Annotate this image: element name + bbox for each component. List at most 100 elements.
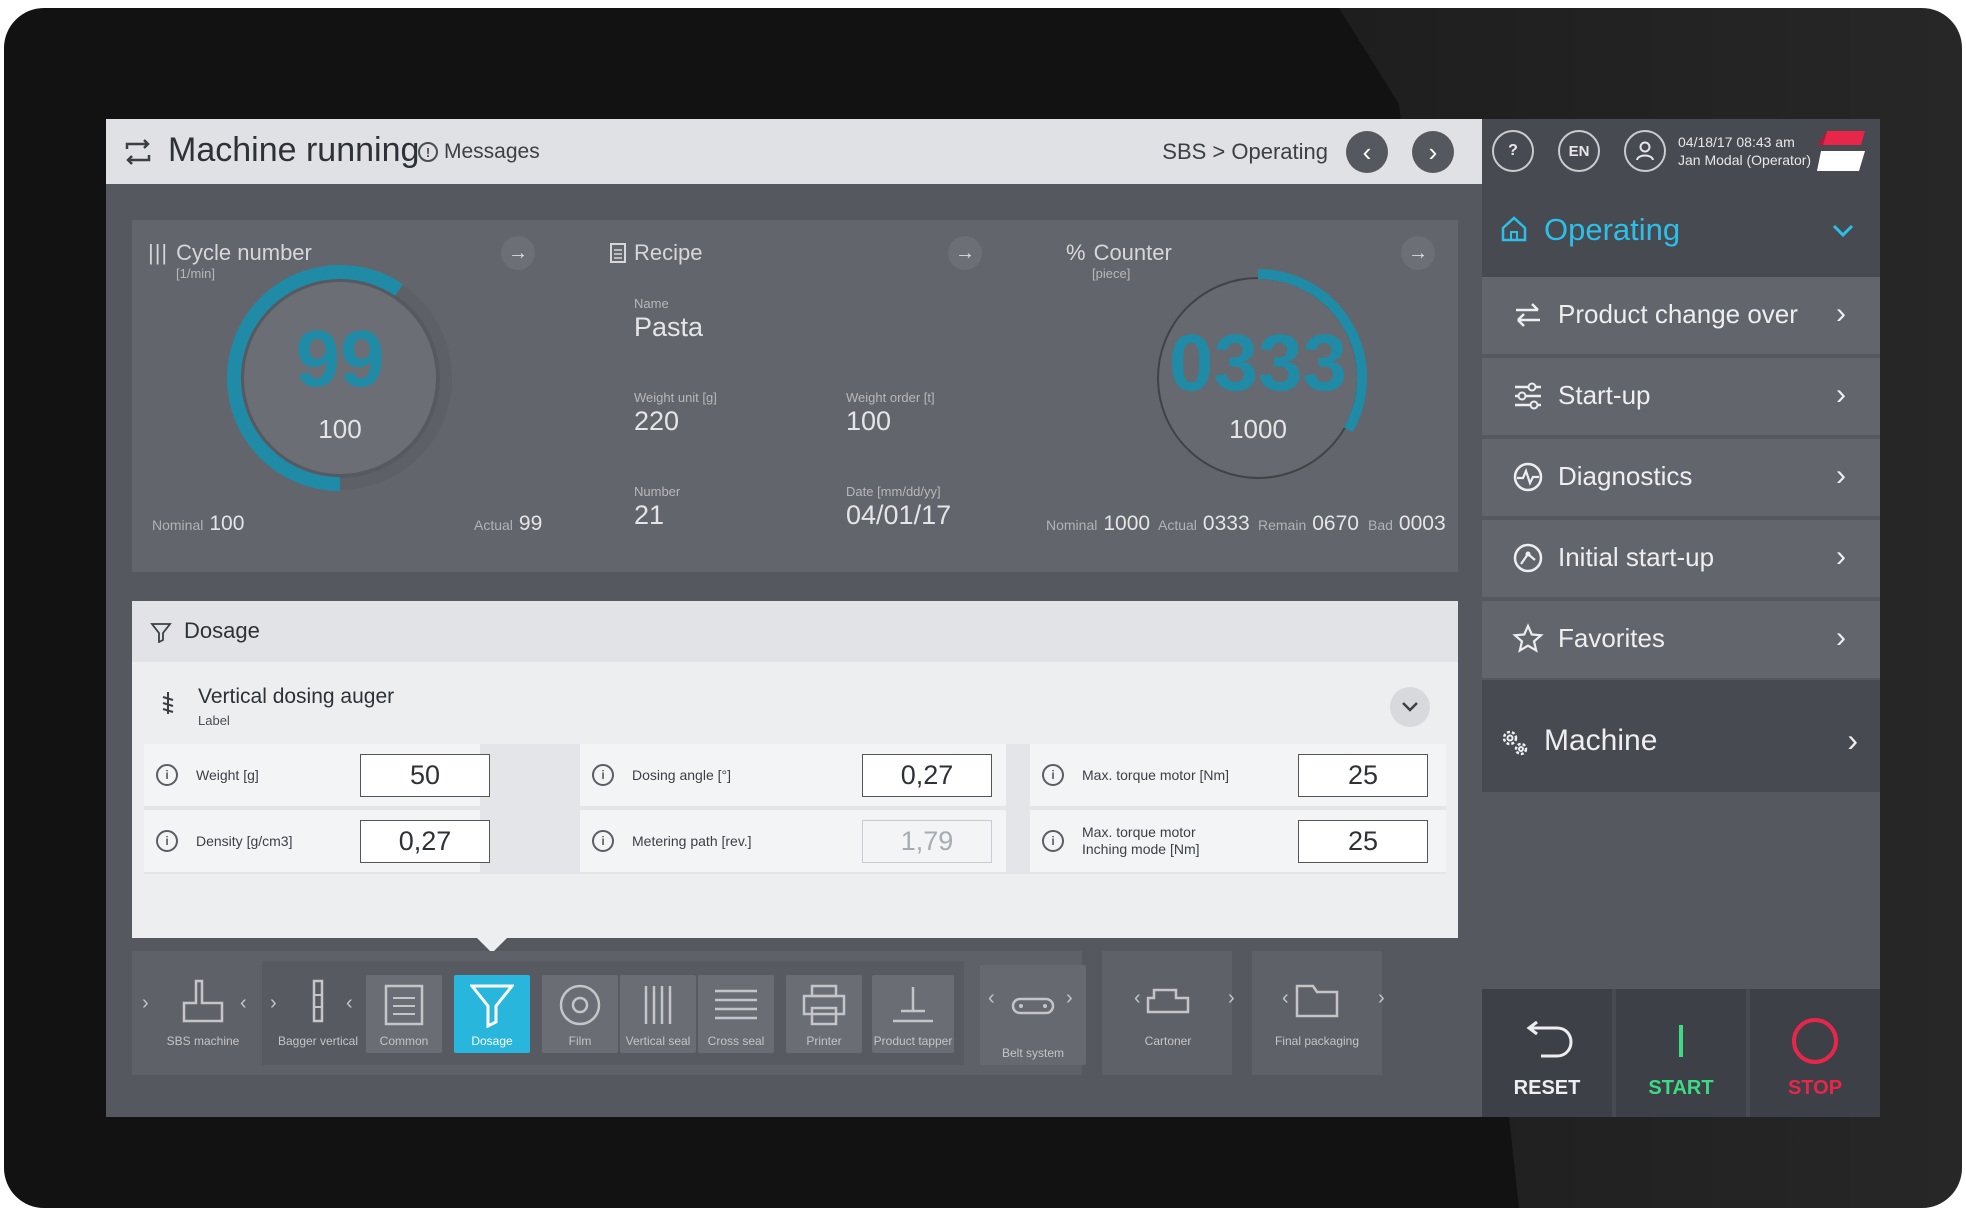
- cycle-detail-button[interactable]: →: [501, 236, 535, 270]
- swap-arrows-icon: [1516, 303, 1540, 327]
- chevron-right-icon: ›: [1836, 621, 1846, 654]
- cycle-unit: [1/min]: [176, 266, 216, 281]
- sliders-icon: [1515, 382, 1541, 410]
- module-label: Vertical seal: [625, 1034, 691, 1048]
- sidebar-item-label: Start-up: [1558, 380, 1651, 410]
- counter-nominal: Nominal 1000: [1046, 512, 1150, 536]
- chevron-down-icon: [1832, 224, 1854, 238]
- metering-path-input: [862, 820, 992, 863]
- info-icon[interactable]: i: [592, 830, 614, 852]
- initial-startup-icon: [1513, 543, 1543, 573]
- module-common[interactable]: Common: [366, 975, 442, 1053]
- param-label: Density [g/cm3]: [196, 833, 293, 849]
- info-icon[interactable]: i: [1042, 764, 1064, 786]
- sidebar-item-machine[interactable]: Machine ›: [1482, 692, 1880, 792]
- counter-target: 1000: [1229, 414, 1287, 444]
- nav-forward-button[interactable]: ›: [1412, 131, 1454, 173]
- auger-title: Vertical dosing auger: [198, 685, 395, 708]
- module-vertical-seal[interactable]: Vertical seal: [620, 975, 696, 1053]
- max-torque-inching-input[interactable]: [1298, 820, 1428, 863]
- sidebar-item-label: Machine: [1544, 724, 1658, 757]
- operating-label: Operating: [1544, 212, 1681, 247]
- density-input[interactable]: [360, 820, 490, 863]
- counter-remain: Remain 0670: [1258, 512, 1359, 536]
- recipe-name: Pasta: [634, 312, 704, 342]
- module-cartoner[interactable]: Cartoner: [1120, 967, 1216, 1053]
- sidebar-item-product-change[interactable]: Product change over ›: [1482, 277, 1880, 354]
- param-density: i Density [g/cm3]: [144, 810, 490, 872]
- chevron-right-icon: ›: [1228, 987, 1235, 1009]
- module-printer[interactable]: Printer: [786, 975, 862, 1053]
- breadcrumb: SBS > Operating: [1162, 139, 1328, 164]
- module-label: Bagger vertical: [277, 1034, 359, 1048]
- cycle-target: 100: [318, 414, 361, 444]
- dosing-angle-input[interactable]: [862, 754, 992, 797]
- nominal-value: 100: [209, 512, 245, 535]
- chevron-down-icon: [1402, 702, 1418, 712]
- chevron-right-icon: ›: [1836, 297, 1846, 330]
- control-panel: RESET START STOP: [1482, 989, 1880, 1117]
- max-torque-input[interactable]: [1298, 754, 1428, 797]
- actual-label: Actual: [1158, 517, 1197, 533]
- info-icon[interactable]: i: [156, 764, 178, 786]
- module-label: Product tapper: [873, 1034, 953, 1048]
- arrow-right-icon: →: [508, 241, 528, 264]
- sidebar-item-favorites[interactable]: Favorites ›: [1482, 601, 1880, 678]
- counter-detail-button[interactable]: →: [1401, 236, 1435, 270]
- operating-header[interactable]: Operating: [1482, 184, 1880, 277]
- start-label: START: [1648, 1077, 1714, 1099]
- collapse-button[interactable]: [1390, 687, 1430, 727]
- module-film[interactable]: Film: [542, 975, 618, 1053]
- sidebar-item-initial-startup[interactable]: Initial start-up ›: [1482, 520, 1880, 597]
- weight-input[interactable]: [360, 754, 490, 797]
- datetime: 04/18/17 08:43 am: [1678, 134, 1795, 150]
- reset-button[interactable]: RESET: [1482, 989, 1612, 1117]
- messages-label: Messages: [444, 140, 540, 163]
- cross-seal-icon: [715, 989, 757, 1019]
- info-icon[interactable]: i: [592, 764, 614, 786]
- machine-status-title: Machine running: [168, 131, 420, 169]
- start-button[interactable]: START: [1616, 989, 1746, 1117]
- info-icon[interactable]: i: [156, 830, 178, 852]
- stop-button[interactable]: STOP: [1750, 989, 1880, 1117]
- cycle-nominal: Nominal 100: [152, 512, 244, 536]
- bars-icon: |||: [148, 240, 169, 265]
- param-label: Max. torque motor [Nm]: [1082, 767, 1230, 783]
- module-cross-seal[interactable]: Cross seal: [698, 975, 774, 1053]
- param-max-torque-inching: i Max. torque motor Inching mode [Nm]: [1030, 810, 1446, 872]
- nominal-label: Nominal: [152, 517, 204, 533]
- sidebar-item-diagnostics[interactable]: Diagnostics ›: [1482, 439, 1880, 516]
- module-final-packaging[interactable]: Final packaging: [1262, 967, 1372, 1053]
- nav-back-button[interactable]: ‹: [1346, 131, 1388, 173]
- gears-icon: [1502, 730, 1528, 756]
- overview-panel: ||| Cycle number [1/min] → 99 100 Nomina…: [132, 220, 1458, 572]
- diagnostics-icon: [1513, 462, 1543, 492]
- label-line-2: Inching mode [Nm]: [1082, 841, 1200, 857]
- actual-label: Actual: [474, 517, 513, 533]
- vertical-seal-icon: [644, 985, 672, 1024]
- final-packaging-icon: [1295, 984, 1339, 1017]
- module-belt-system[interactable]: Belt system: [980, 965, 1086, 1065]
- header-bar: Machine running ! Messages SBS > Operati…: [106, 119, 1482, 184]
- arrow-right-icon: →: [1408, 241, 1428, 264]
- top-right-bar: ? EN 04/18/17 08:43 am Jan Modal (Operat…: [1482, 119, 1880, 184]
- start-icon: [1679, 1025, 1683, 1057]
- actual-value: 99: [518, 512, 543, 535]
- recipe-detail-button[interactable]: →: [948, 236, 982, 270]
- chevron-right-icon: ›: [1836, 459, 1846, 492]
- counter-unit: [piece]: [1092, 266, 1131, 281]
- chevron-right-icon: ›: [1836, 540, 1846, 573]
- module-product-tapper[interactable]: Product tapper: [872, 975, 954, 1053]
- remain-label: Remain: [1258, 517, 1307, 533]
- sidebar-item-startup[interactable]: Start-up ›: [1482, 358, 1880, 435]
- nominal-value: 1000: [1103, 512, 1151, 535]
- user-button[interactable]: [1624, 130, 1666, 172]
- help-button[interactable]: ?: [1492, 130, 1534, 172]
- info-icon[interactable]: i: [1042, 830, 1064, 852]
- help-icon: ?: [1508, 142, 1518, 159]
- messages-link[interactable]: ! Messages: [418, 139, 540, 165]
- percent-icon: %: [1066, 240, 1086, 265]
- language-button[interactable]: EN: [1558, 130, 1600, 172]
- module-dosage[interactable]: Dosage: [454, 975, 530, 1053]
- chevron-left-icon: ‹: [240, 992, 247, 1014]
